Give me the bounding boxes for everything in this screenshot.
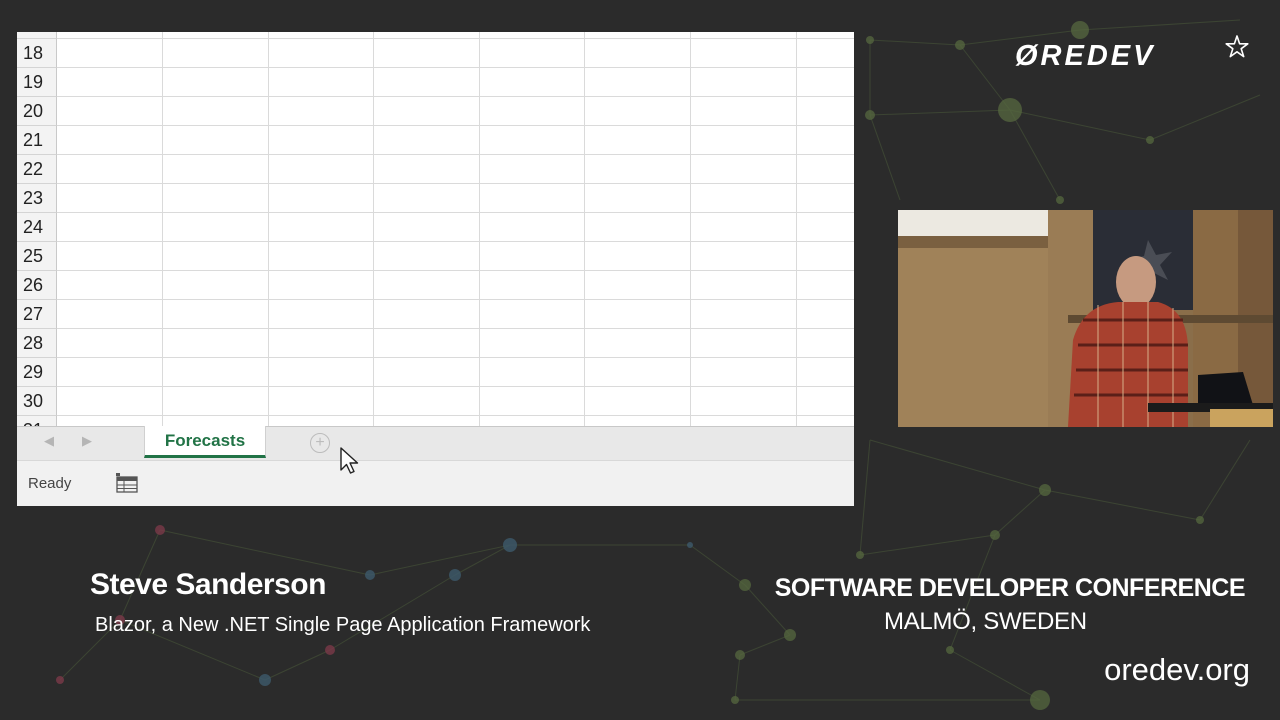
row-gridline (57, 38, 854, 39)
row-gridline (57, 328, 854, 329)
row-gridline (57, 270, 854, 271)
column-gridline (162, 32, 163, 426)
column-gridline (268, 32, 269, 426)
row-header[interactable]: 27 (17, 300, 57, 329)
mouse-cursor-icon (340, 447, 359, 474)
oredev-logo: ØREDEV (1015, 40, 1156, 72)
row-header[interactable]: 20 (17, 97, 57, 126)
row-gridline (57, 96, 854, 97)
row-header[interactable]: 30 (17, 387, 57, 416)
row-gridline (57, 183, 854, 184)
conference-location: MALMÖ, SWEDEN (884, 608, 1087, 635)
row-header[interactable]: 26 (17, 271, 57, 300)
row-header[interactable]: 29 (17, 358, 57, 387)
row-header[interactable]: 25 (17, 242, 57, 271)
row-gridline (57, 212, 854, 213)
row-gridline (57, 154, 854, 155)
sheet-tab-bar: ◀ ▶ Forecasts + (17, 426, 854, 460)
row-header-clipped (17, 32, 57, 39)
sheet-nav-prev-icon[interactable]: ◀ (44, 433, 54, 449)
row-gridline (57, 241, 854, 242)
conference-website: oredev.org (1104, 652, 1250, 687)
row-gridline (57, 386, 854, 387)
sheet-nav-next-icon[interactable]: ▶ (82, 433, 92, 449)
column-gridline (796, 32, 797, 426)
cell-grid[interactable]: 1819202122232425262728293031 (17, 32, 854, 426)
column-gridline (373, 32, 374, 426)
row-header[interactable]: 18 (17, 39, 57, 68)
speaker-video (898, 210, 1273, 427)
speaker-name: Steve Sanderson (90, 568, 326, 601)
sheet-tab-forecasts[interactable]: Forecasts (144, 426, 266, 458)
page-layout-icon[interactable] (115, 472, 139, 494)
row-header[interactable]: 28 (17, 329, 57, 358)
talk-title: Blazor, a New .NET Single Page Applicati… (95, 614, 591, 636)
star-icon (1225, 35, 1249, 58)
row-gridline (57, 415, 854, 416)
row-header[interactable]: 24 (17, 213, 57, 242)
conference-name: SOFTWARE DEVELOPER CONFERENCE (774, 574, 1246, 602)
row-header[interactable]: 19 (17, 68, 57, 97)
status-ready: Ready (28, 475, 72, 492)
row-header[interactable]: 22 (17, 155, 57, 184)
row-gridline (57, 67, 854, 68)
status-bar: Ready (17, 460, 854, 506)
column-gridline (690, 32, 691, 426)
spreadsheet-window: 1819202122232425262728293031 ◀ ▶ Forecas… (17, 32, 854, 506)
row-header[interactable]: 23 (17, 184, 57, 213)
add-sheet-button[interactable]: + (310, 433, 330, 453)
row-gridline (57, 357, 854, 358)
row-header-partial[interactable]: 31 (17, 416, 57, 426)
row-header[interactable]: 21 (17, 126, 57, 155)
row-gridline (57, 125, 854, 126)
column-gridline (584, 32, 585, 426)
row-gridline (57, 299, 854, 300)
column-gridline (479, 32, 480, 426)
